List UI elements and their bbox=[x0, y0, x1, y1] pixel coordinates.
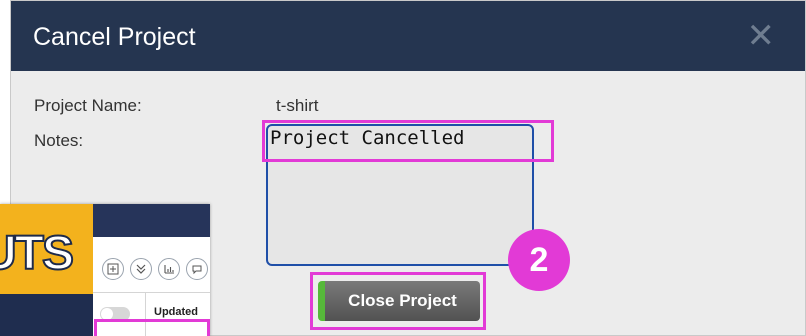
plus-icon[interactable] bbox=[102, 258, 124, 280]
dialog-header: Cancel Project ✕ bbox=[11, 1, 805, 71]
step-badge: 2 bbox=[508, 229, 570, 291]
column-header-updated[interactable]: Updated bbox=[154, 306, 198, 318]
logo: UTS bbox=[0, 226, 75, 281]
comment-icon[interactable] bbox=[186, 258, 208, 280]
inset-cell-highlight bbox=[94, 319, 210, 336]
double-chevron-icon[interactable] bbox=[130, 258, 152, 280]
dialog-title: Cancel Project bbox=[33, 23, 196, 51]
project-name-value: t-shirt bbox=[276, 96, 319, 115]
inset-topbar bbox=[93, 204, 210, 237]
sidebar-nav bbox=[0, 294, 93, 336]
inset-thumbnail: UTS Updated bbox=[0, 204, 210, 336]
close-icon[interactable]: ✕ bbox=[747, 19, 776, 53]
chart-icon[interactable] bbox=[158, 258, 180, 280]
close-project-highlight bbox=[310, 272, 486, 330]
notes-label: Notes: bbox=[34, 131, 84, 150]
notes-highlight bbox=[262, 120, 554, 162]
project-name-label: Project Name: bbox=[34, 96, 142, 115]
table-header-top-border bbox=[93, 292, 210, 293]
